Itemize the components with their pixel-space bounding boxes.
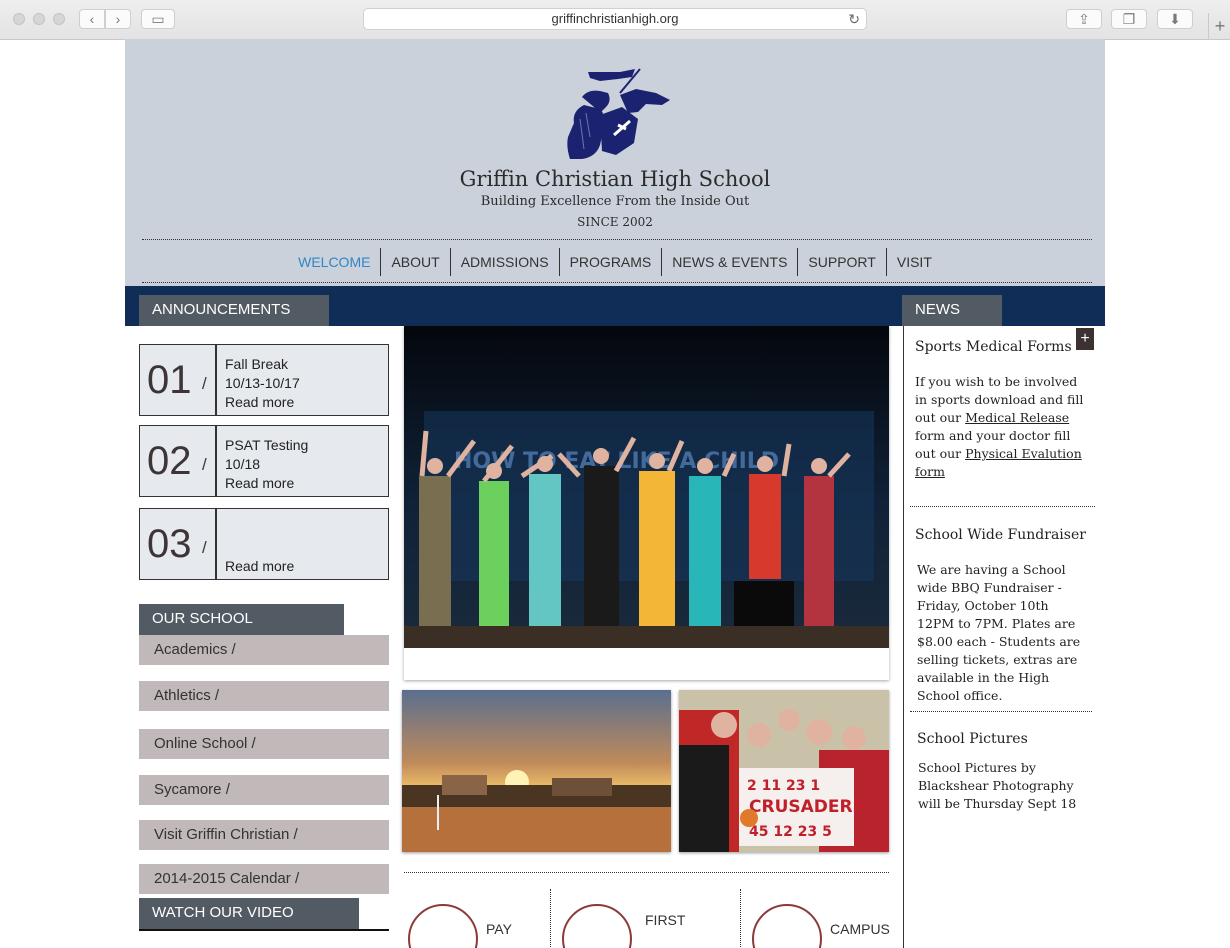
news-item-title[interactable]: School Pictures: [917, 731, 1028, 747]
news-item-text: School Pictures by Blackshear Photograph…: [918, 760, 1077, 811]
news-item-title[interactable]: Sports Medical Forms: [915, 339, 1072, 355]
main-nav: WELCOME ABOUT ADMISSIONS PROGRAMS NEWS &…: [125, 248, 1105, 276]
tabs-icon: ❐: [1122, 11, 1136, 27]
read-more-link[interactable]: Read more: [225, 474, 294, 493]
downloads-button[interactable]: ⬇: [1157, 9, 1193, 29]
sidebar-item-visit[interactable]: Visit Griffin Christian /: [139, 820, 389, 850]
target-icon: [752, 904, 822, 948]
school-name: Griffin Christian High School: [459, 167, 771, 191]
forward-button[interactable]: ›: [105, 9, 131, 29]
chevron-right-icon: ›: [115, 11, 121, 27]
svg-text:CRUSADERS: CRUSADERS: [749, 797, 865, 817]
sunburst-icon: [562, 904, 632, 948]
nav-divider-top: [142, 239, 1092, 240]
quick-link-campus[interactable]: CAMPUS: [752, 889, 892, 948]
read-more-link[interactable]: Read more: [225, 393, 294, 412]
news-divider: [910, 711, 1092, 712]
nav-support[interactable]: SUPPORT: [797, 248, 885, 276]
campus-sunset-photo[interactable]: [402, 690, 671, 852]
reload-icon[interactable]: ↻: [848, 9, 860, 29]
quick-links-separator: [550, 889, 551, 948]
site-header: Griffin Christian High School Building E…: [125, 39, 1105, 286]
announcement-date: 10/13-10/17: [225, 375, 300, 391]
announcement-title: Fall Break: [225, 356, 289, 372]
news-item-text: If you wish to be involved in sports dow…: [915, 373, 1087, 481]
medical-release-link[interactable]: Medical Release: [965, 410, 1069, 425]
page: Griffin Christian High School Building E…: [125, 39, 1105, 948]
announcement-date: 10/18: [225, 456, 261, 472]
nav-visit[interactable]: VISIT: [885, 248, 942, 276]
browser-toolbar: ‹ › ▭ griffinchristianhigh.org ↻ ⇪ ❐ ⬇ +: [0, 0, 1230, 40]
zoom-window-button[interactable]: [53, 13, 65, 25]
plus-icon: +: [1214, 16, 1226, 36]
announcement-item[interactable]: 02 / PSAT Testing 10/18 Read more: [139, 425, 389, 497]
nav-divider-bottom: [142, 282, 1092, 283]
sidebar-item-athletics[interactable]: Athletics /: [139, 681, 389, 711]
news-heading: NEWS: [902, 295, 1002, 326]
announcement-item[interactable]: 03 / Read more: [139, 508, 389, 580]
watch-video-heading: WATCH OUR VIDEO: [139, 898, 359, 929]
news-item-text: We are having a School wide BBQ Fundrais…: [917, 562, 1081, 703]
read-more-link[interactable]: Read more: [225, 557, 294, 576]
quick-link-label: PAY: [486, 921, 512, 937]
announcement-text: PSAT Testing 10/18 Read more: [216, 425, 389, 497]
quick-link-label: FIRST: [645, 912, 686, 928]
address-bar[interactable]: griffinchristianhigh.org ↻: [363, 8, 867, 30]
video-divider: [139, 929, 389, 931]
our-school-heading: OUR SCHOOL: [139, 604, 344, 635]
quick-links-divider: [404, 872, 889, 873]
announcement-text: Read more: [216, 508, 389, 580]
news-divider: [910, 506, 1095, 507]
sidebar-item-calendar[interactable]: 2014-2015 Calendar /: [139, 864, 389, 894]
announcement-text: Fall Break 10/13-10/17 Read more: [216, 344, 389, 416]
quick-link-first[interactable]: FIRST: [562, 889, 712, 948]
tagline: Building Excellence From the Inside Out: [480, 194, 750, 209]
new-tab-button[interactable]: +: [1208, 13, 1230, 39]
share-icon: ⇪: [1078, 11, 1090, 27]
campus-sunset-image: [402, 690, 671, 852]
sidebar-icon: ▭: [151, 11, 165, 27]
news-item-title[interactable]: School Wide Fundraiser: [915, 527, 1086, 543]
svg-text:45 12 23 5: 45 12 23 5: [749, 824, 832, 840]
chevron-left-icon: ‹: [89, 11, 95, 27]
news-column-border: [903, 326, 904, 948]
back-button[interactable]: ‹: [79, 9, 105, 29]
slash-text: /: [202, 455, 207, 474]
quick-links-separator: [740, 889, 741, 948]
tabs-overview-button[interactable]: ❐: [1111, 9, 1147, 29]
stage-performance-image: HOW TO EAT LIKE A CHILD: [404, 326, 889, 648]
nav-welcome[interactable]: WELCOME: [288, 248, 380, 276]
minimize-window-button[interactable]: [33, 13, 45, 25]
url-text: griffinchristianhigh.org: [551, 11, 679, 26]
crusaders-students-photo[interactable]: 2 11 23 1 CRUSADERS 45 12 23 5: [679, 690, 889, 852]
sidebar-toggle-button[interactable]: ▭: [141, 9, 175, 29]
announcements-heading: ANNOUNCEMENTS: [139, 295, 329, 326]
featured-photo[interactable]: HOW TO EAT LIKE A CHILD: [404, 326, 889, 680]
nav-news-events[interactable]: NEWS & EVENTS: [661, 248, 797, 276]
nav-admissions[interactable]: ADMISSIONS: [449, 248, 559, 276]
svg-text:2 11 23 1: 2 11 23 1: [747, 778, 820, 794]
sidebar-item-sycamore[interactable]: Sycamore /: [139, 775, 389, 805]
news-expand-button[interactable]: +: [1076, 328, 1094, 350]
crusader-knight-logo: [567, 68, 670, 159]
sidebar-item-academics[interactable]: Academics /: [139, 635, 389, 665]
quick-link-label: CAMPUS: [830, 921, 890, 937]
slash-text: /: [202, 538, 207, 557]
nav-programs[interactable]: PROGRAMS: [558, 248, 662, 276]
nav-about[interactable]: ABOUT: [380, 248, 449, 276]
gift-icon: [408, 904, 478, 948]
announcement-title: PSAT Testing: [225, 437, 309, 453]
share-button[interactable]: ⇪: [1066, 9, 1102, 29]
sidebar-item-online-school[interactable]: Online School /: [139, 729, 389, 759]
students-with-sign-image: 2 11 23 1 CRUSADERS 45 12 23 5: [679, 690, 889, 852]
since-text: SINCE 2002: [577, 215, 653, 229]
announcement-item[interactable]: 01 / Fall Break 10/13-10/17 Read more: [139, 344, 389, 416]
close-window-button[interactable]: [13, 13, 25, 25]
quick-link-pay[interactable]: PAY: [408, 889, 538, 948]
slash-text: /: [202, 374, 207, 393]
download-icon: ⬇: [1169, 11, 1181, 27]
